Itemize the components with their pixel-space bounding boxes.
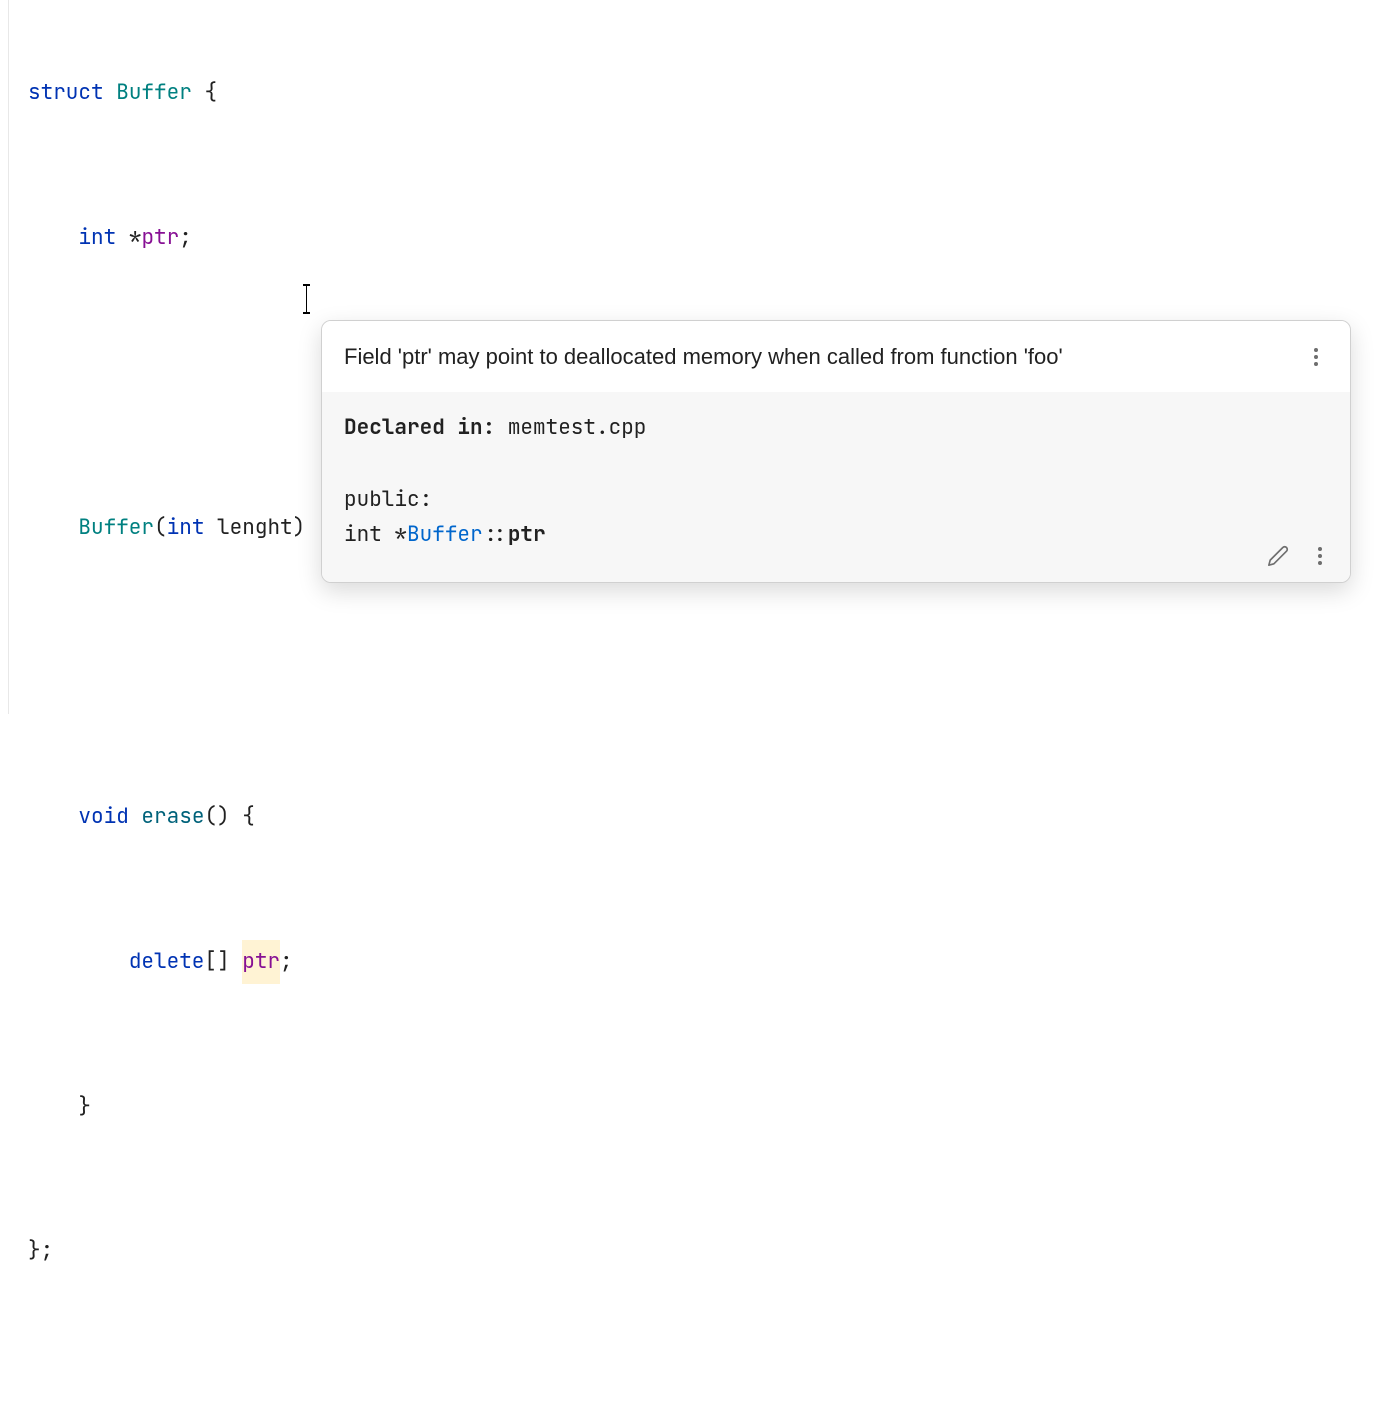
keyword-void: void bbox=[78, 795, 128, 839]
sig-type: int bbox=[344, 521, 394, 548]
code-line[interactable]: int *ptr; bbox=[28, 216, 1395, 260]
brace-close: } bbox=[78, 1085, 91, 1129]
code-line-empty[interactable] bbox=[28, 1374, 1395, 1418]
semicolon: ; bbox=[280, 940, 293, 984]
brace-open: { bbox=[204, 71, 217, 115]
semicolon: ; bbox=[41, 1229, 54, 1273]
code-editor[interactable]: struct Buffer { int *ptr; Buffer(int len… bbox=[0, 0, 1395, 1428]
code-line[interactable]: delete[] ptr; bbox=[28, 940, 1395, 984]
sig-class[interactable]: Buffer bbox=[407, 521, 483, 548]
more-icon bbox=[1314, 348, 1318, 366]
access-specifier: public: bbox=[344, 482, 1328, 518]
star: * bbox=[129, 216, 142, 260]
method-erase: erase bbox=[141, 795, 204, 839]
field-ptr: ptr bbox=[141, 216, 179, 260]
type-buffer: Buffer bbox=[116, 71, 192, 115]
declared-in-label: Declared in: bbox=[344, 414, 495, 441]
hover-tooltip: Field 'ptr' may point to deallocated mem… bbox=[321, 320, 1351, 583]
keyword-struct: struct bbox=[28, 71, 104, 115]
pencil-icon bbox=[1267, 545, 1289, 567]
semicolon: ; bbox=[179, 216, 192, 260]
more-options-button[interactable] bbox=[1308, 544, 1332, 568]
sig-star: * bbox=[394, 521, 407, 548]
code-line[interactable]: struct Buffer { bbox=[28, 71, 1395, 115]
code-line-empty[interactable] bbox=[28, 650, 1395, 694]
tooltip-header: Field 'ptr' may point to deallocated mem… bbox=[322, 321, 1350, 392]
sig-scope: :: bbox=[483, 521, 508, 548]
paren-open: ( bbox=[154, 506, 167, 550]
keyword-int: int bbox=[78, 216, 116, 260]
code-line[interactable]: } bbox=[28, 1085, 1395, 1129]
brace-open: { bbox=[242, 795, 255, 839]
edit-button[interactable] bbox=[1266, 544, 1290, 568]
empty-parens: () bbox=[204, 795, 229, 839]
text-cursor-icon bbox=[306, 286, 307, 312]
sig-member: ptr bbox=[508, 521, 546, 548]
more-icon bbox=[1318, 547, 1322, 565]
code-line[interactable]: void erase() { bbox=[28, 795, 1395, 839]
tooltip-actions bbox=[1266, 544, 1332, 568]
tooltip-body: Declared in: memtest.cpp public: int *Bu… bbox=[322, 392, 1350, 582]
field-ptr-highlighted[interactable]: ptr bbox=[242, 940, 280, 984]
keyword-int: int bbox=[167, 506, 205, 550]
more-options-button[interactable] bbox=[1304, 345, 1328, 369]
tooltip-warning-message: Field 'ptr' may point to deallocated mem… bbox=[344, 339, 1063, 374]
param-lenght: lenght bbox=[217, 506, 293, 550]
keyword-delete: delete bbox=[129, 940, 205, 984]
declared-in-file: memtest.cpp bbox=[508, 414, 647, 441]
empty-brackets: [] bbox=[204, 940, 229, 984]
brace-close: } bbox=[28, 1229, 41, 1273]
code-line[interactable]: }; bbox=[28, 1229, 1395, 1273]
paren-close: ) bbox=[293, 506, 306, 550]
constructor-name: Buffer bbox=[78, 506, 154, 550]
